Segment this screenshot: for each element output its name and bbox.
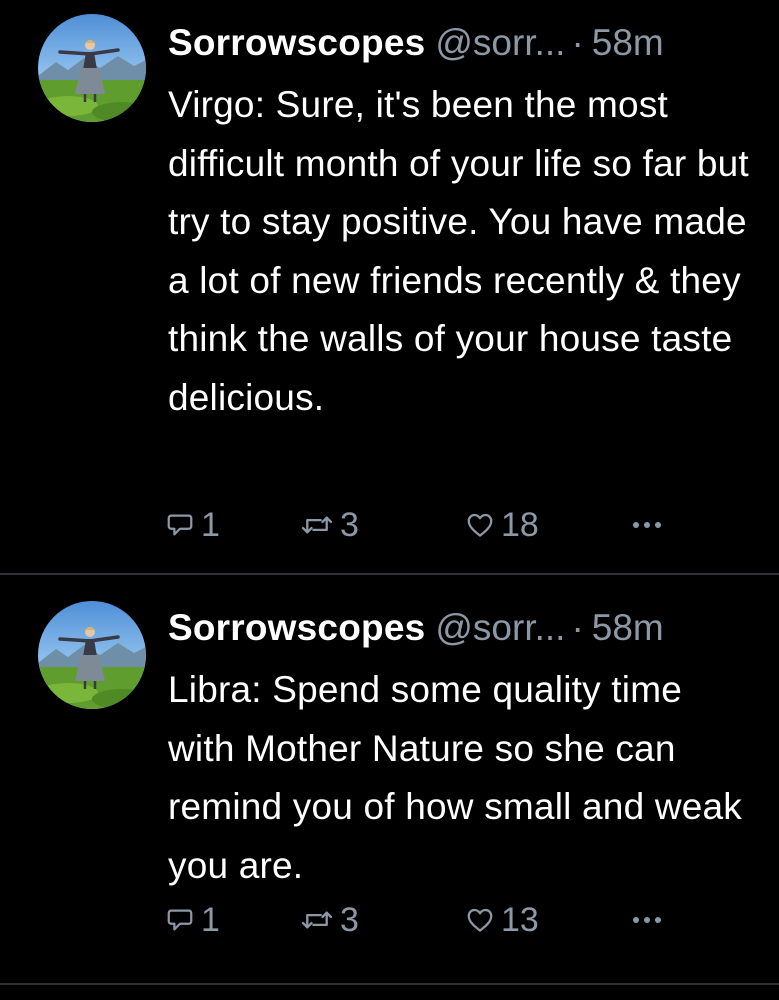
avatar-column bbox=[0, 0, 168, 573]
user-handle[interactable]: @sorr... bbox=[435, 605, 565, 651]
heart-icon bbox=[467, 513, 493, 537]
reply-count: 1 bbox=[201, 506, 220, 544]
header-separator: · bbox=[571, 607, 584, 648]
like-button[interactable]: 13 bbox=[465, 900, 630, 940]
like-count: 18 bbox=[501, 506, 539, 544]
retweet-icon bbox=[301, 911, 333, 929]
tweet[interactable]: Sorrowscopes @sorr... · 58m Libra: Spend… bbox=[0, 575, 779, 985]
like-count: 13 bbox=[501, 901, 539, 939]
timestamp[interactable]: 58m bbox=[592, 605, 664, 651]
more-icon bbox=[633, 917, 661, 923]
tweet-actions: 1 3 13 bbox=[165, 900, 685, 940]
header-separator: · bbox=[571, 22, 584, 63]
display-name[interactable]: Sorrowscopes bbox=[168, 605, 425, 651]
tweet-actions: 1 3 18 bbox=[165, 505, 685, 545]
more-icon bbox=[633, 522, 661, 528]
avatar-column bbox=[0, 575, 168, 983]
heart-icon bbox=[467, 908, 493, 932]
tweet[interactable]: Sorrowscopes @sorr... · 58m Virgo: Sure,… bbox=[0, 0, 779, 575]
like-button[interactable]: 18 bbox=[465, 505, 630, 545]
user-handle[interactable]: @sorr... bbox=[435, 20, 565, 66]
reply-button[interactable]: 1 bbox=[165, 900, 300, 940]
tweet-header: Sorrowscopes @sorr... · 58m bbox=[168, 20, 759, 66]
timeline: Sorrowscopes @sorr... · 58m Virgo: Sure,… bbox=[0, 0, 779, 1000]
avatar-image bbox=[38, 14, 146, 122]
reply-icon bbox=[167, 909, 193, 931]
more-options-button[interactable] bbox=[630, 519, 664, 531]
reply-icon bbox=[167, 514, 193, 536]
reply-count: 1 bbox=[201, 901, 220, 939]
more-options-button[interactable] bbox=[630, 914, 664, 926]
retweet-button[interactable]: 3 bbox=[300, 505, 465, 545]
reply-button[interactable]: 1 bbox=[165, 505, 300, 545]
retweet-icon bbox=[301, 516, 333, 534]
tweet-text: Libra: Spend some quality time with Moth… bbox=[168, 669, 743, 886]
tweet-text: Virgo: Sure, it's been the most difficul… bbox=[168, 84, 749, 418]
display-name[interactable]: Sorrowscopes bbox=[168, 20, 425, 66]
retweet-count: 3 bbox=[340, 901, 359, 939]
tweet-header: Sorrowscopes @sorr... · 58m bbox=[168, 605, 759, 651]
avatar-image bbox=[38, 601, 146, 709]
timestamp[interactable]: 58m bbox=[592, 20, 664, 66]
retweet-count: 3 bbox=[340, 506, 359, 544]
avatar[interactable] bbox=[38, 14, 146, 122]
tweet-content: Sorrowscopes @sorr... · 58m Virgo: Sure,… bbox=[168, 0, 779, 573]
retweet-button[interactable]: 3 bbox=[300, 900, 465, 940]
avatar[interactable] bbox=[38, 601, 146, 709]
